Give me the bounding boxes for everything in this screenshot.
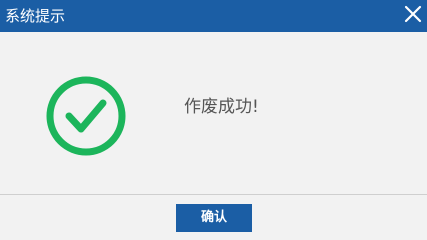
dialog-body: 作废成功! xyxy=(0,32,427,194)
status-message: 作废成功! xyxy=(184,97,259,117)
success-check-icon xyxy=(45,75,127,157)
confirm-button[interactable]: 确认 xyxy=(176,204,252,232)
dialog-title: 系统提示 xyxy=(5,7,66,25)
dialog-titlebar: 系统提示 xyxy=(0,0,427,32)
close-icon[interactable] xyxy=(402,3,424,25)
dialog-footer: 确认 xyxy=(0,195,427,240)
system-prompt-dialog: 系统提示 作废成功! 确认 xyxy=(0,0,427,240)
